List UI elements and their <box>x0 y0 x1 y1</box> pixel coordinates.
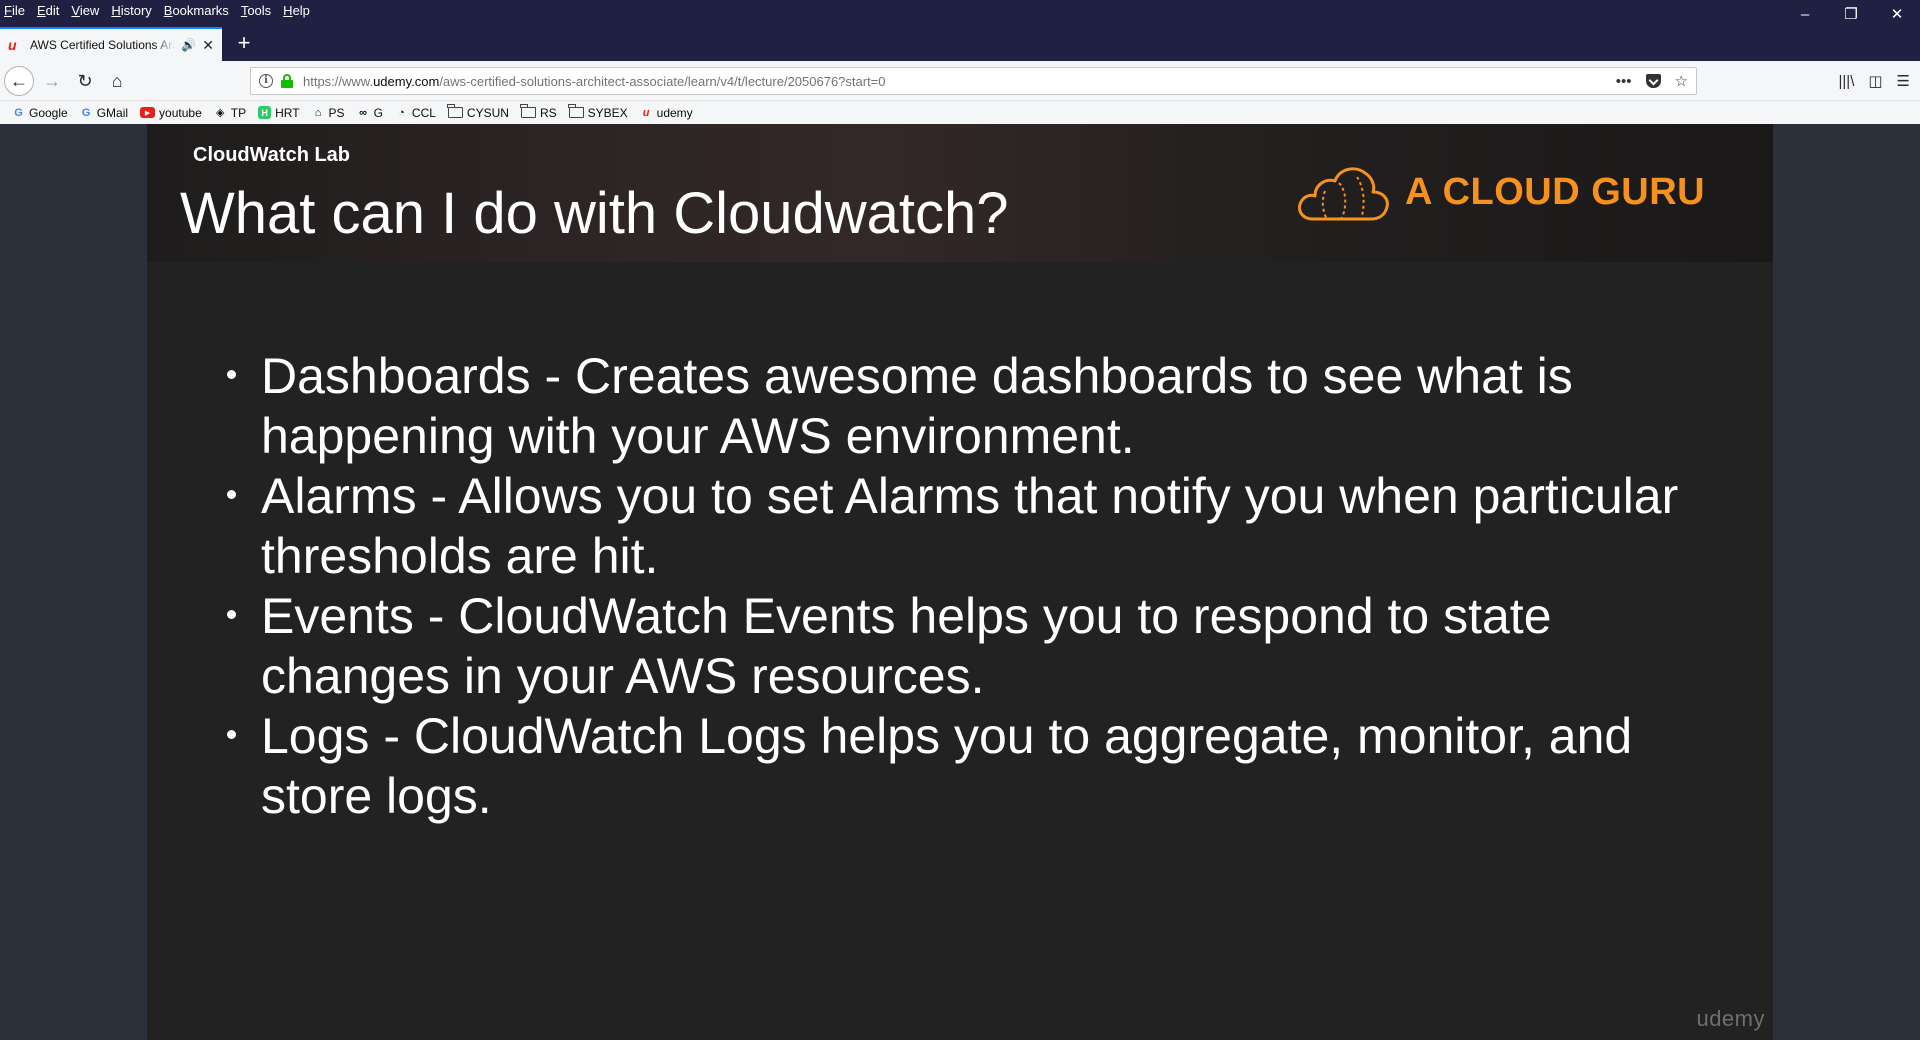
slide-title: What can I do with Cloudwatch? <box>180 181 1009 246</box>
menu-file[interactable]: File <box>4 2 25 20</box>
sidebar-icon[interactable]: ◫ <box>1868 72 1882 90</box>
bullet-text: Logs - CloudWatch Logs helps you to aggr… <box>261 708 1633 824</box>
udemy-watermark: udemy <box>1696 1006 1765 1031</box>
bookmark-label: SYBEX <box>587 105 628 120</box>
bookmark-ccl[interactable]: ◔ CCL <box>395 106 436 120</box>
bookmark-udemy[interactable]: u udemy <box>640 106 693 120</box>
bullet-dot-icon <box>227 490 236 499</box>
hackerrank-icon: H <box>258 106 272 119</box>
google-icon: G <box>14 106 23 119</box>
a-cloud-guru-logo: A CLOUD GURU <box>1295 158 1705 226</box>
url-host: udemy.com <box>373 73 440 89</box>
close-window-button[interactable]: ✕ <box>1874 0 1920 28</box>
menu-bookmarks[interactable]: Bookmarks <box>164 2 229 20</box>
menu-bar: File Edit View History Bookmarks Tools H… <box>4 2 310 20</box>
toolbar-right: |||\ ◫ ☰ <box>1839 67 1911 95</box>
reload-button[interactable]: ↻ <box>71 67 99 95</box>
pocket-icon[interactable] <box>1645 74 1661 88</box>
home-button[interactable]: ⌂ <box>103 67 131 95</box>
bookmarks-toolbar: G Google G GMail ▶ youtube ◈ TP H HRT ⌂ PS ∞ G … <box>0 101 1920 124</box>
url-actions: ••• ☆ <box>1616 72 1688 91</box>
bookmark-label: GMail <box>96 105 129 120</box>
back-button[interactable]: ← <box>4 66 34 96</box>
bookmark-label: RS <box>539 105 557 120</box>
forward-button[interactable]: → <box>38 67 66 95</box>
restore-button[interactable]: ❐ <box>1828 0 1874 28</box>
bookmark-folder-cysun[interactable]: CYSUN <box>447 104 509 120</box>
bookmark-label: PS <box>328 105 345 120</box>
ccl-icon: ◔ <box>398 106 405 119</box>
tp-icon: ◈ <box>216 107 225 119</box>
bookmark-label: CCL <box>411 105 436 120</box>
udemy-favicon-icon: u <box>8 37 17 53</box>
minimize-button[interactable]: – <box>1782 0 1828 28</box>
tab-udemy-lecture[interactable]: u AWS Certified Solutions Architect 🔊 ✕ <box>0 27 222 61</box>
bookmark-label: udemy <box>656 105 693 120</box>
bookmark-label: youtube <box>159 105 202 120</box>
bookmark-tp[interactable]: ◈ TP <box>214 106 246 120</box>
page-info-icon[interactable]: i <box>259 74 273 88</box>
bullet-events: Events - CloudWatch Events helps you to … <box>227 586 1747 706</box>
bullet-text: Events - CloudWatch Events helps you to … <box>261 588 1552 704</box>
lab-label: CloudWatch Lab <box>193 144 351 166</box>
ps-icon: ⌂ <box>314 106 322 119</box>
new-tab-button[interactable]: + <box>230 30 258 58</box>
bullet-dashboards: Dashboards - Creates awesome dashboards … <box>227 346 1747 466</box>
title-bar: File Edit View History Bookmarks Tools H… <box>0 0 1920 61</box>
bullet-text: Alarms - Allows you to set Alarms that n… <box>261 468 1679 584</box>
menu-view[interactable]: View <box>71 2 99 20</box>
bookmark-g[interactable]: ∞ G <box>357 106 383 120</box>
bullet-dot-icon <box>227 370 236 379</box>
udemy-icon: u <box>642 106 650 119</box>
bullet-text: Dashboards - Creates awesome dashboards … <box>261 348 1573 464</box>
bullet-dot-icon <box>227 730 236 739</box>
url-path: /aws-certified-solutions-architect-assoc… <box>439 73 886 89</box>
audio-playing-icon[interactable]: 🔊 <box>181 38 196 52</box>
hamburger-menu-icon[interactable]: ☰ <box>1897 72 1910 90</box>
bookmark-label: Google <box>29 105 68 120</box>
bookmark-label: TP <box>230 105 247 120</box>
library-icon[interactable]: |||\ <box>1839 73 1855 90</box>
bookmark-star-icon[interactable]: ☆ <box>1675 72 1688 90</box>
folder-icon <box>447 104 463 118</box>
bookmark-google[interactable]: G Google <box>12 105 68 120</box>
bookmark-gmail[interactable]: G GMail <box>80 106 128 120</box>
tab-title: AWS Certified Solutions Architect <box>29 38 176 52</box>
bullet-logs: Logs - CloudWatch Logs helps you to aggr… <box>227 706 1747 826</box>
url-bar[interactable]: i https://www.udemy.com/aws-certified-so… <box>250 67 1697 95</box>
window-controls: – ❐ ✕ <box>1782 0 1920 28</box>
page-actions-icon[interactable]: ••• <box>1616 73 1632 90</box>
bullet-alarms: Alarms - Allows you to set Alarms that n… <box>227 466 1747 586</box>
bullet-list: Dashboards - Creates awesome dashboards … <box>227 346 1747 826</box>
menu-history[interactable]: History <box>111 2 151 20</box>
bullet-dot-icon <box>227 610 236 619</box>
folder-icon <box>520 104 536 118</box>
url-text[interactable]: https://www.udemy.com/aws-certified-solu… <box>303 74 886 89</box>
browser-chrome: File Edit View History Bookmarks Tools H… <box>0 0 1920 124</box>
folder-icon <box>568 104 584 118</box>
url-prefix: https://www. <box>303 73 374 89</box>
cloud-logo-icon <box>1298 167 1389 221</box>
bookmark-label: HRT <box>275 105 300 120</box>
slide-header: CloudWatch Lab What can I do with Cloudw… <box>147 124 1773 262</box>
g-site-icon: ∞ <box>359 106 367 119</box>
navigation-toolbar: ← → ↻ ⌂ i https://www.udemy.com/aws-cert… <box>0 61 1920 101</box>
bookmark-label: G <box>373 105 383 120</box>
secure-lock-icon[interactable] <box>281 74 293 88</box>
bookmark-youtube[interactable]: ▶ youtube <box>140 106 202 120</box>
tab-close-icon[interactable]: ✕ <box>202 37 214 54</box>
menu-help[interactable]: Help <box>283 2 310 20</box>
brand-name: A CLOUD GURU <box>1405 170 1706 213</box>
bookmark-folder-sybex[interactable]: SYBEX <box>568 104 628 120</box>
bookmark-label: CYSUN <box>466 105 509 120</box>
menu-edit[interactable]: Edit <box>37 2 59 20</box>
bookmark-hrt[interactable]: H HRT <box>258 105 300 120</box>
youtube-icon: ▶ <box>140 107 156 118</box>
google-icon: G <box>81 106 91 119</box>
bookmark-ps[interactable]: ⌂ PS <box>312 106 345 120</box>
bookmark-folder-rs[interactable]: RS <box>520 104 557 120</box>
menu-tools[interactable]: Tools <box>241 2 271 20</box>
lecture-video-slide[interactable]: CloudWatch Lab What can I do with Cloudw… <box>147 124 1773 1040</box>
